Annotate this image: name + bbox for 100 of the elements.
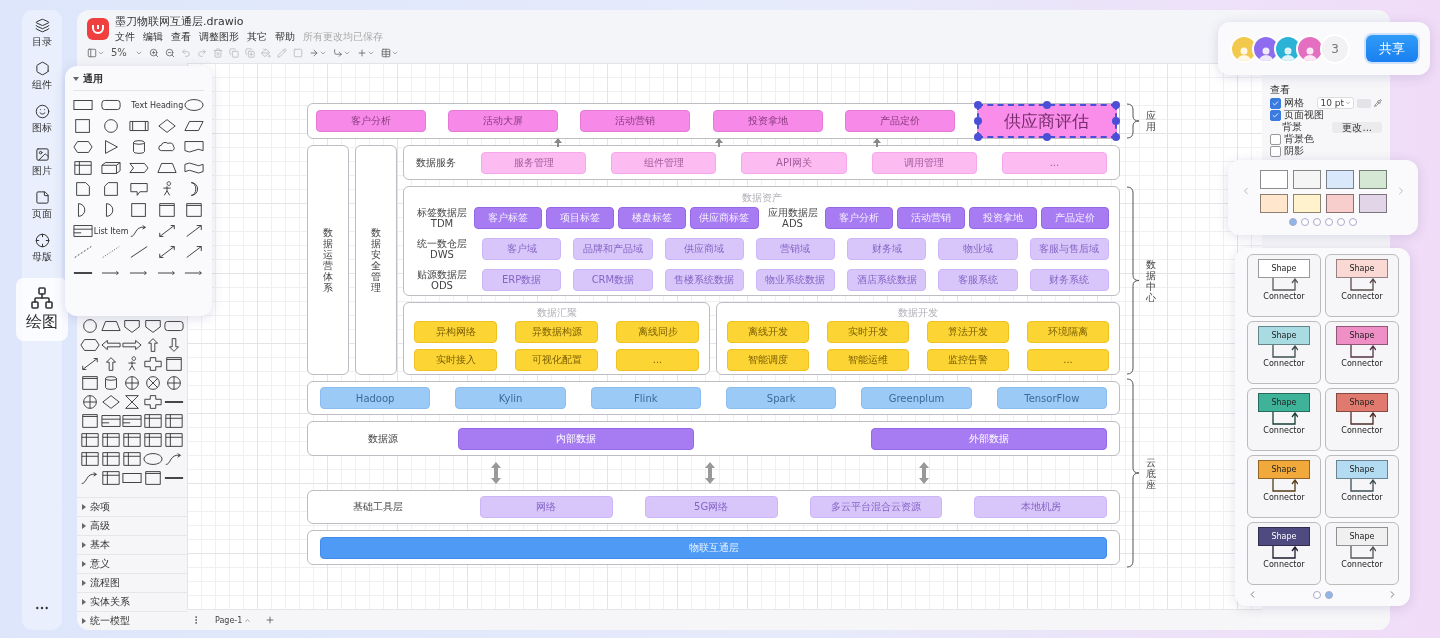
nav-item[interactable]: 图片	[22, 145, 62, 180]
checkbox[interactable]	[1270, 97, 1281, 109]
container-shape-icon[interactable]	[79, 375, 100, 391]
connection-style-button[interactable]	[308, 47, 327, 58]
menu-item[interactable]: 帮助	[275, 30, 295, 44]
caret-icon[interactable]	[81, 580, 87, 586]
color-swatch[interactable]	[1259, 169, 1288, 189]
checkbox[interactable]	[1270, 133, 1281, 145]
checkbox[interactable]	[1270, 109, 1281, 121]
rectangle-shape-icon[interactable]	[73, 97, 93, 113]
callout-shape-icon[interactable]	[129, 181, 150, 197]
menu-item[interactable]: 编辑	[143, 30, 163, 44]
style-card[interactable]: Shape Connector	[1325, 388, 1399, 451]
diamond-shape-icon[interactable]	[156, 118, 177, 134]
caret-icon[interactable]	[81, 504, 87, 510]
nav-item[interactable]: 页面	[22, 188, 62, 223]
tape-shape-icon[interactable]	[184, 160, 204, 176]
rounded-rectangle-shape-icon[interactable]	[101, 97, 122, 113]
step-shape-icon[interactable]	[129, 160, 150, 176]
caret-icon[interactable]	[81, 599, 87, 605]
grid-size-field[interactable]: 10 pt	[1317, 97, 1354, 109]
style-card[interactable]: Shape Connector	[1325, 321, 1399, 384]
caret-icon[interactable]	[81, 523, 87, 529]
list-shape-icon[interactable]	[100, 413, 121, 429]
caret-icon[interactable]	[73, 76, 79, 82]
table-button[interactable]	[380, 47, 399, 58]
double-arrow-icon[interactable]	[79, 356, 100, 372]
style-card[interactable]: Shape Connector	[1325, 522, 1399, 585]
page-dot[interactable]	[1289, 217, 1297, 226]
trapezoid-shape-icon[interactable]	[156, 160, 177, 176]
page-dot[interactable]	[1337, 217, 1345, 226]
line-color-button[interactable]	[276, 47, 287, 58]
style-card[interactable]: Shape Connector	[1247, 321, 1321, 384]
table-shape-icon[interactable]	[100, 470, 121, 486]
style-card[interactable]: Shape Connector	[1325, 254, 1399, 317]
table-shape-icon[interactable]	[164, 413, 185, 429]
page-dot[interactable]	[1312, 590, 1321, 599]
table-shape-icon[interactable]	[79, 451, 100, 467]
style-card[interactable]: Shape Connector	[1247, 522, 1321, 585]
left-arrow-shape-icon[interactable]	[100, 337, 121, 353]
menu-item[interactable]: 调整图形	[199, 30, 239, 44]
pentagon-shape-icon[interactable]	[122, 318, 142, 334]
cross-shape-icon[interactable]	[143, 356, 164, 372]
table-shape-icon[interactable]	[122, 432, 142, 448]
container-shape-icon[interactable]	[164, 356, 185, 372]
table-shape-icon[interactable]	[143, 432, 164, 448]
zoom-in-button[interactable]	[148, 47, 159, 58]
right-arrow-shape-icon[interactable]	[122, 337, 142, 353]
table-shape-icon[interactable]	[143, 413, 164, 429]
table-shape-icon[interactable]	[79, 432, 100, 448]
page-dot[interactable]	[1325, 217, 1333, 226]
color-swatch[interactable]	[1292, 169, 1321, 189]
double-arrow-icon[interactable]	[156, 244, 177, 260]
caret-icon[interactable]	[81, 561, 87, 567]
page-dot[interactable]	[1301, 217, 1309, 226]
table-shape-icon[interactable]	[100, 432, 121, 448]
hexagon-shape-icon[interactable]	[79, 337, 100, 353]
rounded-rectangle-shape-icon[interactable]	[164, 318, 185, 334]
container-shape-icon[interactable]	[143, 470, 164, 486]
ellipse-shape-icon[interactable]	[184, 97, 204, 113]
change-button[interactable]: 更改...	[1332, 121, 1382, 133]
page-dot[interactable]	[1313, 217, 1321, 226]
selected-block[interactable]: 供应商评估	[976, 104, 1117, 138]
table-shape-icon[interactable]	[100, 451, 121, 467]
dotted-line-icon[interactable]	[101, 244, 122, 260]
double-arrow-icon[interactable]	[156, 223, 177, 239]
process-shape-icon[interactable]	[129, 118, 150, 134]
arrow-icon[interactable]	[184, 223, 204, 239]
trapezoid-shape-icon[interactable]	[100, 318, 121, 334]
list-shape-icon[interactable]	[73, 223, 93, 239]
text-sample[interactable]: Text	[131, 100, 148, 110]
color-swatch[interactable]	[1259, 193, 1288, 213]
container-shape-icon[interactable]	[184, 202, 204, 218]
style-card[interactable]: Shape Connector	[1247, 254, 1321, 317]
zoom-dropdown[interactable]: 5%	[111, 47, 143, 58]
color-swatch[interactable]	[1325, 169, 1354, 189]
color-swatch[interactable]	[1325, 193, 1354, 213]
fill-color-button[interactable]	[260, 47, 271, 58]
square-shape-icon[interactable]	[73, 118, 93, 134]
style-card[interactable]: Shape Connector	[1247, 388, 1321, 451]
line-icon[interactable]	[129, 244, 150, 260]
resize-handle[interactable]	[1042, 101, 1051, 109]
container-shape-icon[interactable]	[156, 202, 177, 218]
list-shape-icon[interactable]	[122, 413, 142, 429]
diamond-shape-icon[interactable]	[100, 394, 121, 410]
note-shape-icon[interactable]	[73, 181, 93, 197]
hourglass-shape-icon[interactable]	[122, 394, 142, 410]
rectangle-shape-icon[interactable]	[122, 470, 142, 486]
table-shape-icon[interactable]	[73, 160, 93, 176]
arrow-icon[interactable]	[184, 244, 204, 260]
page-dot[interactable]	[1349, 217, 1357, 226]
ellipse-shape-icon[interactable]	[143, 451, 164, 467]
container-shape-icon[interactable]	[79, 413, 100, 429]
menu-item[interactable]: 其它	[247, 30, 267, 44]
caret-icon[interactable]	[81, 618, 87, 624]
table-shape-icon[interactable]	[122, 451, 142, 467]
color-swatch[interactable]	[1292, 193, 1321, 213]
sidebar-toggle-button[interactable]	[87, 47, 105, 58]
style-card[interactable]: Shape Connector	[1325, 455, 1399, 518]
waypoint-style-button[interactable]	[332, 47, 351, 58]
